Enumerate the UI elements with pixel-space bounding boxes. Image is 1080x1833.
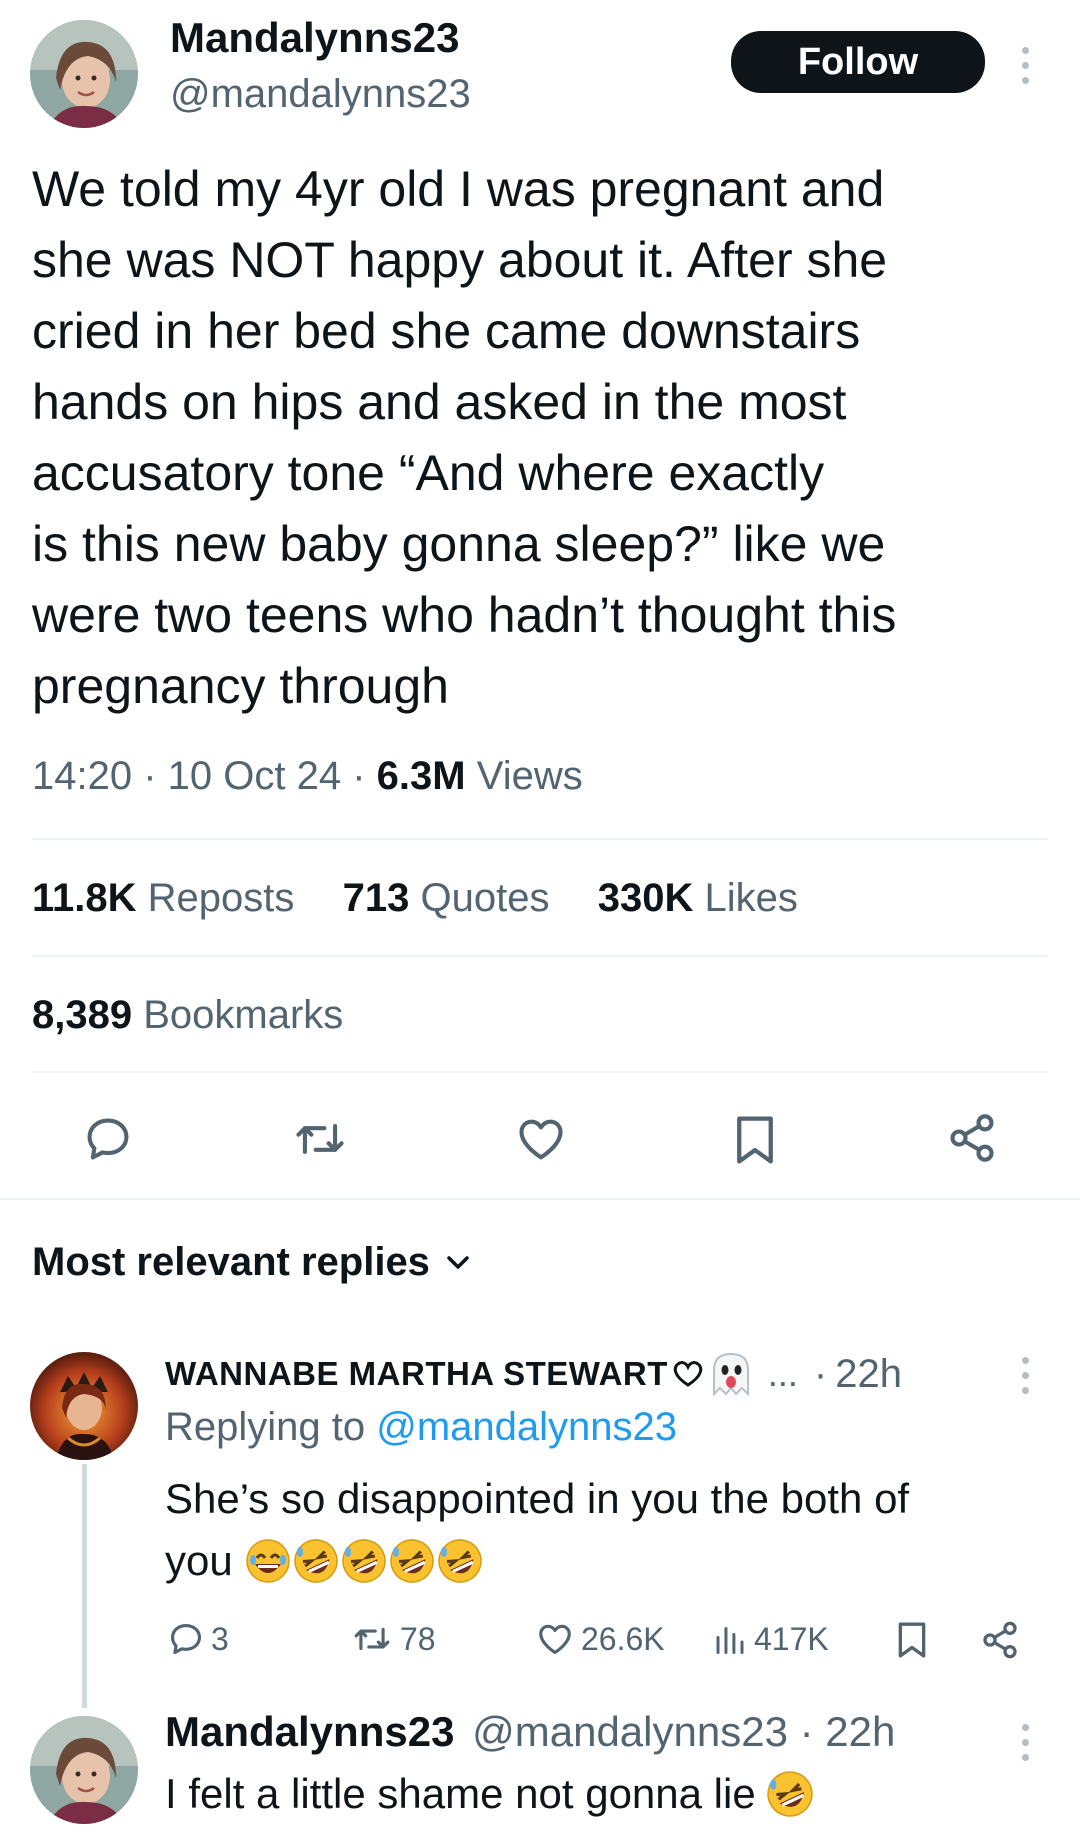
reply-icon[interactable] bbox=[82, 1113, 134, 1165]
rofl-emoji-icon bbox=[293, 1539, 338, 1583]
reply-author-name[interactable]: WANNABE MARTHA STEWART bbox=[165, 1355, 668, 1393]
reply2-text-content: I felt a little shame not gonna lie bbox=[165, 1770, 756, 1817]
likes-label: Likes bbox=[704, 876, 798, 920]
tweet-text-line: We told my 4yr old I was pregnant and bbox=[32, 161, 885, 217]
bookmark-icon[interactable] bbox=[895, 1620, 929, 1665]
reply-name-ellipsis: ... bbox=[767, 1353, 798, 1394]
reply-repost-button[interactable]: 78 bbox=[350, 1620, 436, 1658]
author-reply-avatar[interactable] bbox=[30, 1716, 138, 1824]
repost-icon bbox=[354, 1627, 390, 1651]
replying-prefix: Replying to bbox=[165, 1405, 366, 1449]
reposts-count: 11.8K bbox=[32, 876, 137, 920]
reply-header: WANNABE MARTHA STEWART ... · 22h bbox=[165, 1350, 902, 1398]
tweet-text-line: accusatory tone “And where exactly bbox=[32, 445, 825, 501]
like-icon bbox=[539, 1624, 571, 1655]
reply2-text: I felt a little shame not gonna lie bbox=[165, 1766, 814, 1822]
quotes-stat[interactable]: 713 Quotes bbox=[343, 876, 561, 920]
grinning-sweat-emoji-icon bbox=[245, 1539, 290, 1583]
reply2-author-handle[interactable]: @mandalynns23 bbox=[472, 1708, 788, 1755]
more-options-icon[interactable] bbox=[1022, 47, 1029, 84]
divider bbox=[32, 838, 1048, 840]
author-avatar[interactable] bbox=[30, 20, 138, 128]
views-label: Views bbox=[476, 754, 583, 798]
more-options-icon[interactable] bbox=[1022, 1357, 1029, 1394]
reply-like-count: 26.6K bbox=[581, 1620, 665, 1657]
reposts-stat[interactable]: 11.8K Reposts bbox=[32, 876, 306, 920]
reply-avatar[interactable] bbox=[30, 1352, 138, 1460]
tweet-text-line: pregnancy through bbox=[32, 658, 449, 714]
bookmarks-label: Bookmarks bbox=[143, 993, 344, 1037]
divider bbox=[32, 955, 1048, 957]
reply-avatar-image bbox=[30, 1352, 138, 1460]
reply-reply-button[interactable]: 3 bbox=[167, 1620, 229, 1658]
ghost-emoji-icon bbox=[712, 1352, 749, 1397]
bookmark-icon[interactable] bbox=[731, 1113, 779, 1167]
replies-sort-label: Most relevant replies bbox=[32, 1240, 430, 1284]
reply-text-word: you bbox=[165, 1537, 233, 1584]
reply-icon bbox=[170, 1623, 202, 1655]
tweet-text-line: cried in her bed she came downstairs bbox=[32, 303, 861, 359]
reply-time[interactable]: 22h bbox=[835, 1352, 902, 1397]
tweet-meta: 14:20 · 10 Oct 24 · 6.3M Views bbox=[32, 754, 583, 798]
views-count: 6.3M bbox=[376, 754, 466, 798]
tweet-text-line: is this new baby gonna sleep?” like we bbox=[32, 516, 886, 572]
rofl-emoji-icon bbox=[437, 1539, 482, 1583]
reply-text-line2: you bbox=[165, 1530, 1045, 1592]
author-name[interactable]: Mandalynns23 bbox=[170, 14, 459, 62]
replying-handle-link[interactable]: @mandalynns23 bbox=[376, 1405, 677, 1449]
laughing-emojis bbox=[245, 1538, 483, 1584]
analytics-icon bbox=[716, 1627, 744, 1654]
bookmarks-count: 8,389 bbox=[32, 993, 133, 1037]
tweet-text-line: hands on hips and asked in the most bbox=[32, 374, 847, 430]
chevron-down-icon bbox=[447, 1255, 469, 1269]
tweet-time[interactable]: 14:20 bbox=[32, 754, 132, 798]
follow-button-label: Follow bbox=[797, 40, 919, 83]
rofl-emoji-icon bbox=[766, 1771, 813, 1817]
repost-icon[interactable] bbox=[292, 1113, 348, 1165]
share-icon[interactable] bbox=[980, 1620, 1020, 1665]
more-options-icon[interactable] bbox=[1022, 1724, 1029, 1761]
reply-like-button[interactable]: 26.6K bbox=[535, 1620, 665, 1658]
stats-row: 11.8K Reposts 713 Quotes 330K Likes bbox=[32, 876, 798, 921]
replies-sort-dropdown[interactable]: Most relevant replies bbox=[32, 1240, 472, 1285]
rofl-emoji-icon bbox=[341, 1539, 386, 1583]
reply-repost-count: 78 bbox=[400, 1620, 436, 1657]
tweet-date[interactable]: 10 Oct 24 bbox=[168, 754, 341, 798]
heart-outline-icon bbox=[673, 1361, 703, 1387]
thread-line bbox=[82, 1464, 87, 1708]
share-icon[interactable] bbox=[946, 1111, 998, 1165]
reply-text-line: She’s so disappointed in you the both of bbox=[165, 1475, 910, 1522]
reply2-author-name[interactable]: Mandalynns23 bbox=[165, 1708, 454, 1755]
likes-count: 330K bbox=[597, 876, 694, 920]
likes-stat[interactable]: 330K Likes bbox=[598, 876, 798, 920]
reply-view-count: 417K bbox=[754, 1620, 829, 1657]
reply-reply-count: 3 bbox=[211, 1620, 229, 1657]
author-avatar-image bbox=[30, 20, 138, 128]
replying-to: Replying to @mandalynns23 bbox=[165, 1405, 677, 1450]
bookmarks-stat[interactable]: 8,389 Bookmarks bbox=[32, 993, 343, 1038]
quotes-count: 713 bbox=[342, 876, 410, 920]
reply-views-button[interactable]: 417K bbox=[712, 1620, 829, 1658]
like-icon[interactable] bbox=[514, 1113, 568, 1165]
author-reply-avatar-image bbox=[30, 1716, 138, 1824]
reply-text: She’s so disappointed in you the both of… bbox=[165, 1468, 1045, 1592]
reposts-label: Reposts bbox=[147, 876, 295, 920]
tweet-text-line: she was NOT happy about it. After she bbox=[32, 232, 888, 288]
section-divider bbox=[0, 1198, 1080, 1200]
author-handle[interactable]: @mandalynns23 bbox=[170, 72, 471, 117]
divider bbox=[32, 1071, 1048, 1073]
tweet-text: We told my 4yr old I was pregnant and sh… bbox=[32, 154, 1062, 722]
tweet-text-line: were two teens who hadn’t thought this bbox=[32, 587, 897, 643]
reply2-time[interactable]: 22h bbox=[825, 1708, 895, 1755]
reply2-header: Mandalynns23 @mandalynns23 · 22h bbox=[165, 1708, 896, 1755]
rofl-emoji-icon bbox=[389, 1539, 434, 1583]
follow-button[interactable]: Follow bbox=[731, 31, 985, 93]
quotes-label: Quotes bbox=[420, 876, 550, 920]
